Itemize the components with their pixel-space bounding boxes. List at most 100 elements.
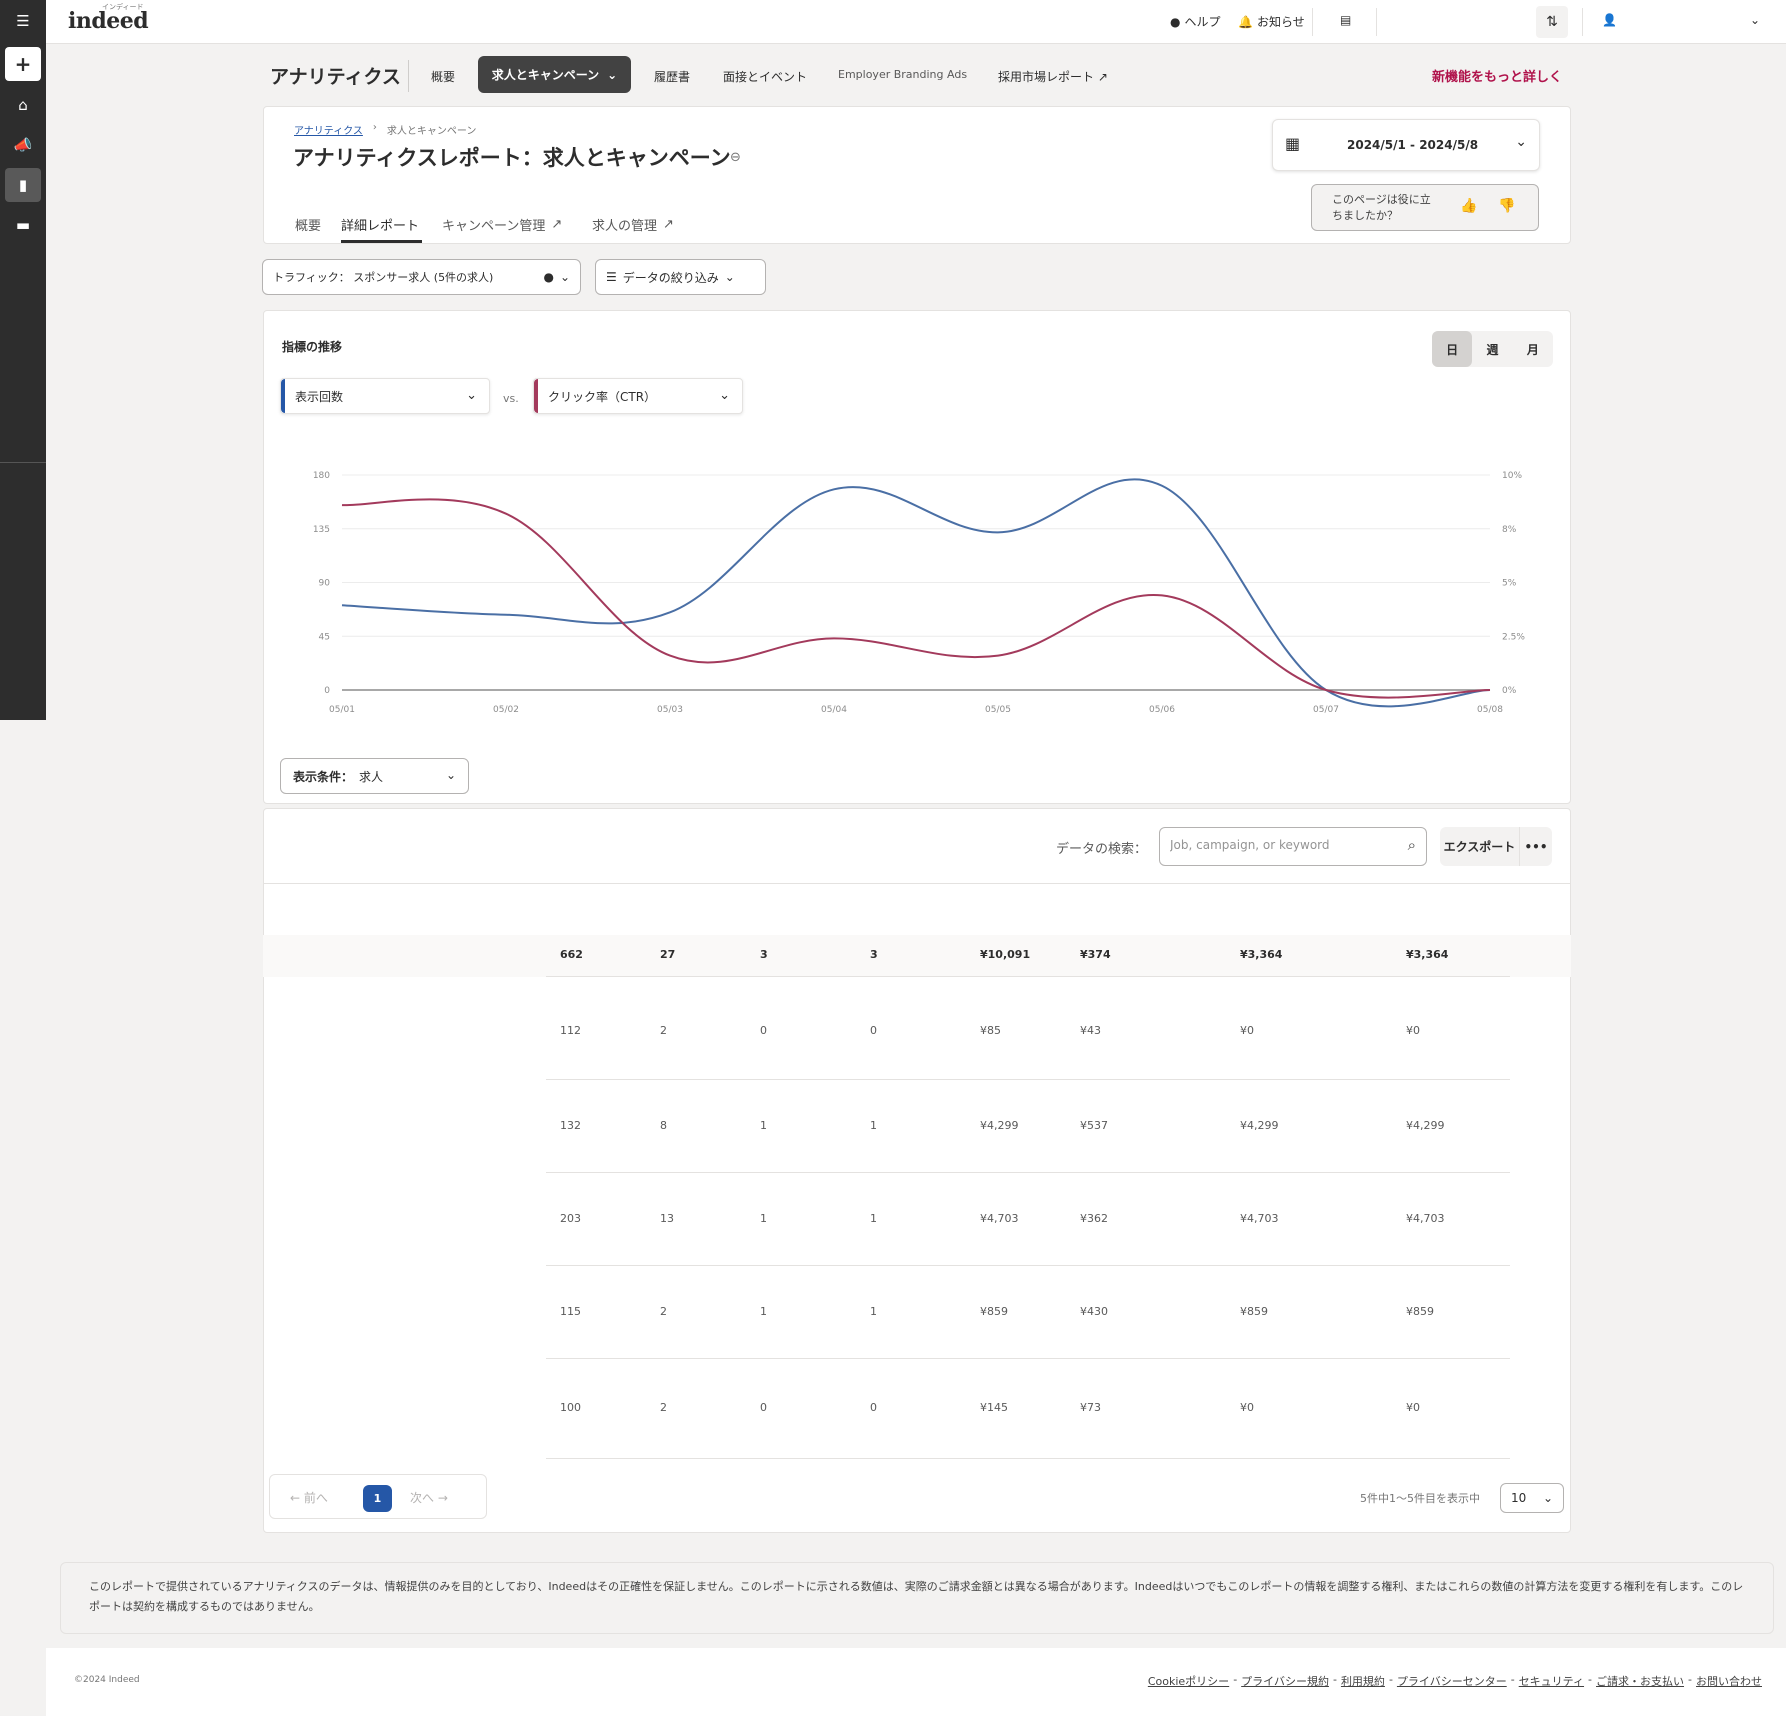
footer-link[interactable]: Cookieポリシー xyxy=(1148,1673,1229,1689)
table-cell: ¥4,703 xyxy=(1406,1211,1445,1225)
external-link-icon: ↗ xyxy=(1097,70,1108,84)
analytics-nav-title: アナリティクス xyxy=(270,66,401,88)
table-cell: 1 xyxy=(760,1211,767,1225)
topbar-divider xyxy=(1582,8,1583,36)
metric-left-select[interactable]: 表示回数 ⌄ xyxy=(280,378,490,414)
granularity-day-button[interactable]: 日 xyxy=(1432,331,1473,367)
footer-link[interactable]: セキュリティ xyxy=(1519,1673,1584,1689)
help-icon: ● xyxy=(1170,14,1181,29)
table-cell: 0 xyxy=(760,1023,767,1037)
search-field[interactable]: ⌕ xyxy=(1159,827,1427,866)
table-cell: 203 xyxy=(560,1211,581,1225)
footer-link[interactable]: お問い合わせ xyxy=(1696,1673,1762,1689)
date-range-picker[interactable]: ▦ 2024/5/1 - 2024/5/8 ⌄ xyxy=(1272,119,1540,171)
megaphone-icon[interactable]: 📣 xyxy=(5,128,41,162)
search-input[interactable] xyxy=(1170,838,1390,852)
chart-title: 指標の推移 xyxy=(282,340,343,354)
traffic-filter-dropdown[interactable]: トラフィック： スポンサー求人 (5件の求人) ● ⌄ xyxy=(262,259,581,295)
export-button-group: エクスポート ••• xyxy=(1440,827,1552,866)
table-cell: ¥4,703 xyxy=(980,1211,1019,1225)
home-icon[interactable]: ⌂ xyxy=(5,88,41,122)
new-features-link[interactable]: 新機能をもっと詳しく xyxy=(1432,66,1562,85)
document-icon[interactable]: ▤ xyxy=(1340,13,1351,27)
create-button[interactable]: + xyxy=(5,47,41,81)
footer-link[interactable]: プライバシー規約 xyxy=(1241,1673,1329,1689)
footer-link[interactable]: プライバシーセンター xyxy=(1397,1673,1507,1689)
y-left-tick-label: 180 xyxy=(313,471,330,481)
nav-resumes-link[interactable]: 履歴書 xyxy=(654,68,690,85)
folder-icon[interactable]: ▬ xyxy=(5,208,41,242)
table-cell: 115 xyxy=(560,1304,581,1318)
display-condition-select[interactable]: 表示条件： 求人 ⌄ xyxy=(280,758,469,794)
top-bar: indeed インディード ● ヘルプ 🔔 お知らせ ▤ ⇅ 👤 ⌄ xyxy=(46,0,1786,44)
export-button[interactable]: エクスポート xyxy=(1440,827,1520,866)
table-cell: ¥0 xyxy=(1406,1401,1420,1414)
external-link-icon: ↗ xyxy=(551,217,563,232)
help-link[interactable]: ● ヘルプ xyxy=(1170,13,1221,30)
metric-left-label: 表示回数 xyxy=(295,389,344,404)
totals-cell: ¥374 xyxy=(1080,948,1111,961)
table-cell: 1 xyxy=(870,1118,877,1132)
table-row: 112 2 0 0 ¥85 ¥43 ¥0 ¥0 xyxy=(546,983,1510,1080)
totals-cell: ¥3,364 xyxy=(1240,948,1283,961)
date-range-value: 2024/5/1 - 2024/5/8 xyxy=(1347,138,1479,152)
x-tick-label: 05/04 xyxy=(821,705,847,715)
thumbs-down-icon[interactable]: 👎 xyxy=(1498,198,1515,214)
table-cell: ¥859 xyxy=(980,1304,1008,1318)
search-icon[interactable]: ⌕ xyxy=(1408,836,1416,854)
more-options-icon[interactable]: ••• xyxy=(1520,827,1552,866)
menu-icon[interactable]: ☰ xyxy=(5,4,41,38)
tab-job-management[interactable]: 求人の管理 ↗ xyxy=(592,215,674,234)
search-label: データの検索： xyxy=(1056,842,1148,857)
chevron-down-icon: ⌄ xyxy=(1515,134,1527,150)
y-right-tick-label: 8% xyxy=(1502,525,1517,535)
help-label: ヘルプ xyxy=(1184,15,1221,29)
user-icon[interactable]: 👤 xyxy=(1602,13,1617,27)
copy-link-icon[interactable]: ⊖ xyxy=(730,150,741,165)
per-page-select[interactable]: 10 ⌄ xyxy=(1500,1483,1564,1513)
next-page-button[interactable]: 次へ → xyxy=(410,1489,448,1506)
nav-market-report-link[interactable]: 採用市場レポート ↗ xyxy=(998,68,1108,85)
footer-link-separator: - xyxy=(1588,1673,1593,1686)
table-cell: ¥4,299 xyxy=(1406,1118,1445,1132)
nav-branding-ads-link[interactable]: Employer Branding Ads xyxy=(838,68,967,81)
x-tick-label: 05/06 xyxy=(1149,705,1175,715)
tab-overview[interactable]: 概要 xyxy=(295,215,321,234)
chevron-down-icon: ⌄ xyxy=(719,388,730,403)
switch-account-icon[interactable]: ⇅ xyxy=(1536,6,1568,38)
x-tick-label: 05/07 xyxy=(1313,705,1339,715)
analytics-nav-divider xyxy=(408,60,409,92)
tab-campaign-management[interactable]: キャンペーン管理 ↗ xyxy=(442,215,562,234)
nav-jobs-campaigns-dropdown[interactable]: 求人とキャンペーン ⌄ xyxy=(478,56,631,93)
table-cell: ¥4,299 xyxy=(1240,1118,1279,1132)
info-icon[interactable]: ● xyxy=(543,270,553,284)
table-cell: 0 xyxy=(870,1023,877,1037)
nav-interviews-link[interactable]: 面接とイベント xyxy=(723,68,807,85)
table-cell: ¥85 xyxy=(980,1023,1001,1037)
breadcrumb: アナリティクス › 求人とキャンペーン xyxy=(294,122,476,137)
granularity-month-button[interactable]: 月 xyxy=(1513,331,1553,367)
tab-detailed-report[interactable]: 詳細レポート xyxy=(341,215,419,234)
totals-row: 662 27 3 3 ¥10,091 ¥374 ¥3,364 ¥3,364 xyxy=(546,935,1510,977)
data-narrow-button[interactable]: ☰ データの絞り込み ⌄ xyxy=(595,259,766,295)
nav-overview-link[interactable]: 概要 xyxy=(431,68,455,85)
breadcrumb-analytics-link[interactable]: アナリティクス xyxy=(294,122,363,137)
prev-page-button[interactable]: ← 前へ xyxy=(290,1489,328,1506)
y-right-tick-label: 2.5% xyxy=(1502,632,1525,642)
footer-link[interactable]: ご請求・お支払い xyxy=(1596,1673,1684,1689)
granularity-toggle: 日 週 月 xyxy=(1432,331,1553,367)
totals-cell: 662 xyxy=(560,948,583,961)
breadcrumb-current: 求人とキャンペーン xyxy=(386,126,477,137)
account-chevron-down-icon[interactable]: ⌄ xyxy=(1750,13,1760,27)
footer-link[interactable]: 利用規約 xyxy=(1341,1673,1385,1689)
page-1-button[interactable]: 1 xyxy=(363,1485,392,1512)
thumbs-up-icon[interactable]: 👍 xyxy=(1460,198,1477,214)
left-rail: ☰ + ⌂ 📣 ▮ ▬ xyxy=(0,0,46,720)
footer-link-separator: - xyxy=(1688,1673,1692,1686)
notifications-link[interactable]: 🔔 お知らせ xyxy=(1238,13,1305,30)
notifications-label: お知らせ xyxy=(1256,15,1305,29)
topbar-divider xyxy=(1376,8,1377,36)
granularity-week-button[interactable]: 週 xyxy=(1472,331,1512,367)
metric-right-select[interactable]: クリック率（CTR） ⌄ xyxy=(533,378,743,414)
analytics-icon[interactable]: ▮ xyxy=(5,168,41,202)
